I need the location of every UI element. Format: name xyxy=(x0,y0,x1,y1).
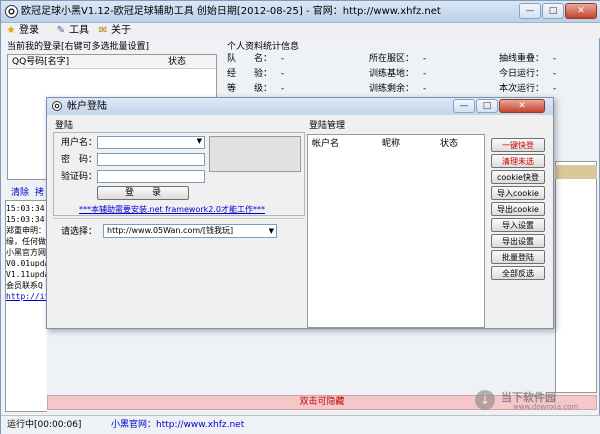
stat-team-label: 队 名： xyxy=(227,54,273,64)
download-arrow-icon: ↓ xyxy=(475,390,495,410)
dotnet-notice: ***本辅助需要安装.net framework2.0才能工作*** xyxy=(79,205,266,214)
stats-grid: 队 名： - 经 验： - 等 级： - 所在服区： - 训练基地： - 训练剩… xyxy=(227,53,597,98)
chevron-down-icon: ▼ xyxy=(268,227,274,235)
stat-server-value: - xyxy=(423,54,427,64)
minimize-button[interactable]: — xyxy=(519,3,541,19)
quick-login-button[interactable]: 一键快登 xyxy=(491,138,545,152)
stat-today-label: 今日运行： xyxy=(499,69,545,79)
col-state: 状态 xyxy=(440,139,459,149)
stat-overlap-value: - xyxy=(553,54,557,64)
status-bar: 运行中[00:00:06] 小黑官网：http://www.xhfz.net xyxy=(1,415,600,434)
col-status: 状态 xyxy=(168,57,187,67)
dialog-title: 帐户登陆 xyxy=(67,101,107,112)
manage-group-title: 登陆管理 xyxy=(309,121,346,131)
stat-level-label: 等 级： xyxy=(227,84,273,94)
login-button[interactable]: 登 录 xyxy=(97,186,189,200)
captcha-label: 验证码： xyxy=(61,172,98,182)
site-link[interactable]: 小黑官网：http://www.xhfz.net xyxy=(111,419,244,431)
stat-server-label: 所在服区： xyxy=(369,54,415,64)
stat-today-value: - xyxy=(553,69,557,79)
password-label: 密 码： xyxy=(61,155,98,165)
wrench-icon: ✎ xyxy=(56,25,66,36)
log-line: V0.01upda xyxy=(6,259,47,268)
stat-remain-value: - xyxy=(423,84,427,94)
log-panel: 15:03:34 15:03:34 郑重申明： 缘，任何做 小黑官方网 V0.0… xyxy=(5,200,47,412)
right-strip xyxy=(555,165,597,179)
accounts-list-header: QQ号码[名字] 状态 xyxy=(8,55,216,69)
menu-login[interactable]: ★ 登录 xyxy=(5,23,39,38)
import-cookie-button[interactable]: 导入cookie xyxy=(491,186,545,200)
menu-about-label: 关于 xyxy=(111,25,131,36)
copy-link[interactable]: 拷 xyxy=(35,187,44,199)
password-field[interactable] xyxy=(97,153,205,166)
accounts-section-title: 当前我的登录[右键可多选批量设置] xyxy=(7,42,150,52)
menu-about[interactable]: ✉ 关于 xyxy=(97,23,131,38)
stat-base-label: 训练基地： xyxy=(369,69,415,79)
stat-remain-label: 训练剩余： xyxy=(369,84,415,94)
log-link[interactable]: http://it xyxy=(6,291,47,302)
log-line: 小黑官方网 xyxy=(6,248,46,257)
watermark-url: www.downxia.com xyxy=(513,403,579,411)
stat-team-value: - xyxy=(281,54,285,64)
batch-login-button[interactable]: 批量登陆 xyxy=(491,250,545,264)
col-qq: QQ号码[名字] xyxy=(12,57,70,67)
close-button[interactable]: ✕ xyxy=(565,3,597,19)
dialog-maximize-button[interactable]: □ xyxy=(476,99,498,113)
running-time: 运行中[00:00:06] xyxy=(7,420,82,430)
chevron-down-icon: ▼ xyxy=(196,137,202,145)
stat-session-label: 本次运行： xyxy=(499,84,545,94)
log-line: 缘，任何做 xyxy=(6,237,46,246)
log-line: 15:03:34 xyxy=(6,215,45,224)
username-label: 用户名： xyxy=(61,138,98,148)
stats-title: 个人资料统计信息 xyxy=(227,42,300,52)
stat-level-value: - xyxy=(281,84,285,94)
mail-icon: ✉ xyxy=(98,25,108,36)
login-dialog: 帐户登陆 — □ ✕ 登陆 用户名： ▼ 密 码： 验证码： 登 录 ***本辅… xyxy=(46,97,554,329)
site-select[interactable]: http://www.05Wan.com/[钱我玩] ▼ xyxy=(103,224,277,238)
export-cookie-button[interactable]: 导出cookie xyxy=(491,202,545,216)
log-line: 会员联系Q xyxy=(6,281,43,290)
app-logo-icon xyxy=(5,5,18,18)
log-line: 郑重申明： xyxy=(6,226,46,235)
col-account: 帐户名 xyxy=(312,139,340,149)
captcha-image[interactable] xyxy=(209,136,301,172)
menu-bar xyxy=(1,23,600,38)
menu-tools-label: 工具 xyxy=(69,25,89,36)
import-settings-button[interactable]: 导入设置 xyxy=(491,218,545,232)
captcha-field[interactable] xyxy=(97,170,205,183)
clear-unselected-button[interactable]: 清理未选 xyxy=(491,154,545,168)
window-title: 欧冠足球小黑V1.12-欧冠足球辅助工具 创始日期[2012-08-25] - … xyxy=(21,6,441,17)
account-manage-list[interactable]: 帐户名 昵称 状态 xyxy=(307,134,485,328)
log-line: V1.11upda xyxy=(6,270,47,279)
menu-tools[interactable]: ✎ 工具 xyxy=(55,23,89,38)
manage-list-header: 帐户名 昵称 状态 xyxy=(308,135,484,149)
stat-session-value: - xyxy=(553,84,557,94)
login-group-title: 登陆 xyxy=(55,121,74,131)
title-bar: 欧冠足球小黑V1.12-欧冠足球辅助工具 创始日期[2012-08-25] - … xyxy=(1,1,600,23)
site-select-value: http://www.05Wan.com/[钱我玩] xyxy=(107,226,234,235)
dialog-close-button[interactable]: ✕ xyxy=(499,99,545,113)
choose-label: 请选择： xyxy=(61,227,98,237)
menu-login-label: 登录 xyxy=(19,25,39,36)
stat-exp-label: 经 验： xyxy=(227,69,273,79)
stat-overlap-label: 抽线重叠： xyxy=(499,54,545,64)
dialog-title-bar: 帐户登陆 — □ ✕ xyxy=(47,98,553,115)
clear-link[interactable]: 清除 xyxy=(11,187,29,199)
right-work-panel xyxy=(555,161,597,393)
log-line: 15:03:34 xyxy=(6,204,45,213)
username-field[interactable]: ▼ xyxy=(97,136,205,149)
dialog-minimize-button[interactable]: — xyxy=(453,99,475,113)
watermark: ↓ 当下软件园 www.downxia.com xyxy=(471,389,597,413)
invert-selection-button[interactable]: 全部反选 xyxy=(491,266,545,280)
export-settings-button[interactable]: 导出设置 xyxy=(491,234,545,248)
stat-exp-value: - xyxy=(281,69,285,79)
hide-bar-label: 双击可隐藏 xyxy=(299,397,345,407)
maximize-button[interactable]: □ xyxy=(542,3,564,19)
cookie-login-button[interactable]: cookie快登 xyxy=(491,170,545,184)
stat-base-value: - xyxy=(423,69,427,79)
col-nickname: 昵称 xyxy=(382,139,401,149)
dialog-icon xyxy=(52,101,62,111)
star-icon: ★ xyxy=(6,25,16,36)
